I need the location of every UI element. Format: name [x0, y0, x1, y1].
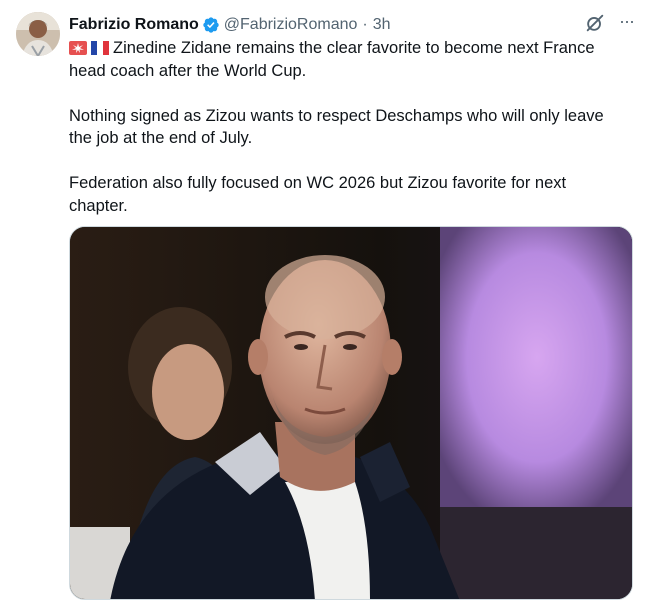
siren-emoji: [69, 39, 87, 55]
avatar[interactable]: [16, 12, 60, 56]
verified-badge-icon: [203, 17, 219, 33]
tweet-paragraph-3: Federation also fully focused on WC 2026…: [69, 174, 571, 215]
tweet-header: Fabrizio Romano @FabrizioRomano · 3h: [69, 14, 630, 36]
france-flag-emoji: [91, 39, 109, 55]
tweet-line-1: Zinedine Zidane remains the clear favori…: [69, 39, 600, 80]
timestamp[interactable]: 3h: [373, 16, 391, 34]
more-icon[interactable]: ···: [619, 10, 635, 32]
tweet-media-photo[interactable]: [69, 226, 633, 600]
author-name[interactable]: Fabrizio Romano: [69, 16, 199, 34]
tweet-text: Zinedine Zidane remains the clear favori…: [69, 37, 629, 217]
handle[interactable]: @FabrizioRomano: [224, 16, 358, 34]
grok-icon[interactable]: [584, 12, 606, 34]
tweet-paragraph-2: Nothing signed as Zizou wants to respect…: [69, 106, 609, 148]
separator-dot: ·: [362, 16, 368, 33]
